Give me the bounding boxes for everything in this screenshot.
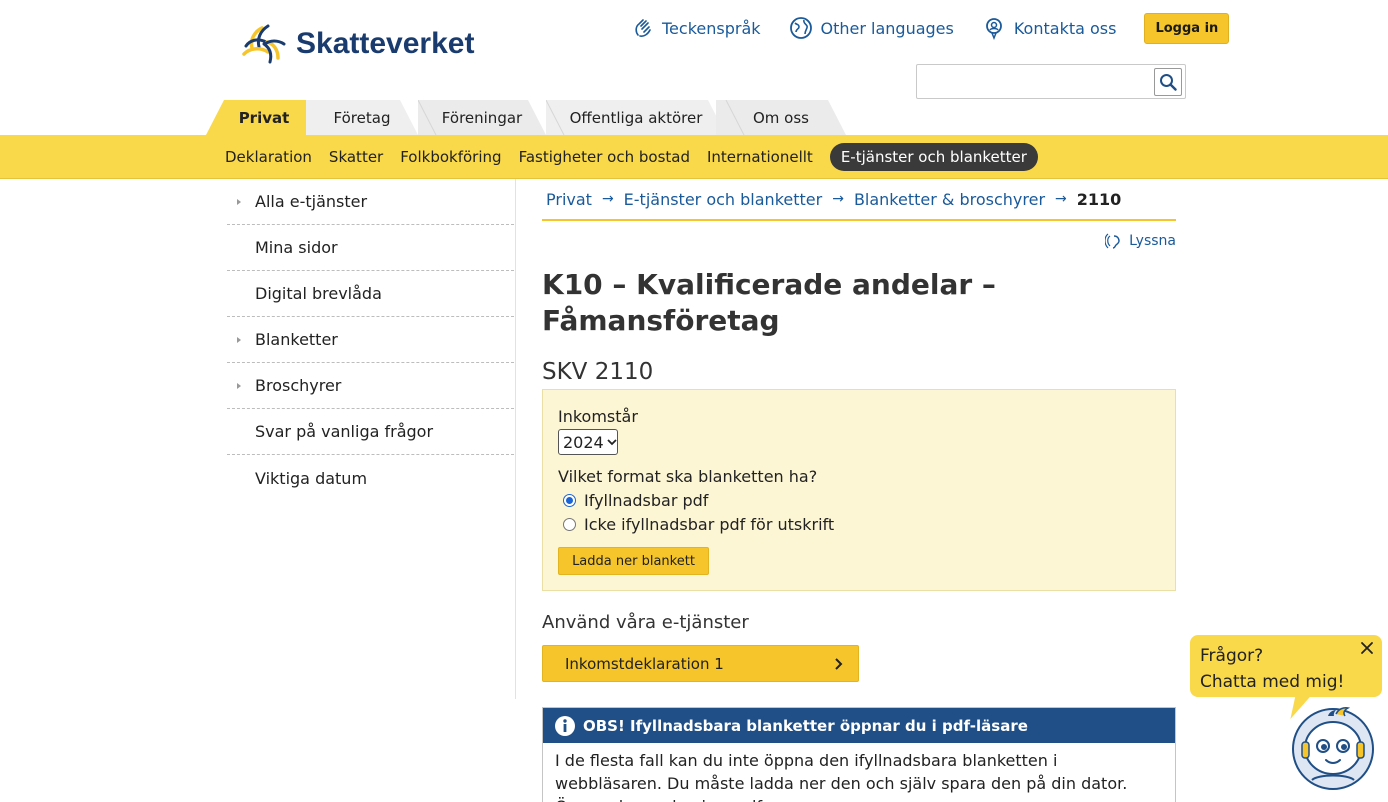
search-button[interactable] — [1154, 68, 1182, 96]
sidebar-item-label: Digital brevlåda — [255, 284, 382, 303]
listen-label: Lyssna — [1129, 233, 1176, 249]
tab-privat[interactable]: Privat — [206, 100, 322, 135]
eservice-label: Inkomstdeklaration 1 — [565, 654, 724, 673]
eservices-heading: Använd våra e-tjänster — [542, 612, 749, 633]
expand-arrow-icon — [237, 382, 241, 389]
tab-foretag[interactable]: Företag — [306, 100, 418, 135]
sidebar-item-label: Alla e-tjänster — [255, 192, 368, 211]
sidebar-item-label: Blanketter — [255, 330, 338, 349]
other-languages-label: Other languages — [820, 18, 954, 38]
search-input[interactable] — [918, 66, 1152, 97]
sidebar-item-svar-pa-fragor[interactable]: Svar på vanliga frågor — [227, 409, 514, 455]
subnav-folkbokforing[interactable]: Folkbokföring — [400, 148, 501, 166]
radio-button[interactable] — [563, 518, 576, 531]
expand-arrow-icon — [237, 336, 241, 343]
breadcrumb-e-tjanster[interactable]: E-tjänster och blanketter — [624, 190, 823, 209]
page-title-line2: Fåmansföretag — [542, 304, 780, 337]
sidebar-item-label: Svar på vanliga frågor — [255, 422, 434, 441]
listen-button[interactable]: Lyssna — [1105, 233, 1176, 249]
chat-line1: Frågor? — [1200, 646, 1264, 666]
sign-language-icon — [635, 19, 651, 37]
notice-body: I de flesta fall kan du inte öppna den i… — [555, 751, 1128, 802]
tab-offentliga-aktorer[interactable]: Offentliga aktörer — [546, 100, 726, 135]
main-content: Privat → E-tjänster och blanketter → Bla… — [542, 179, 1176, 802]
contact-label: Kontakta oss — [1013, 18, 1117, 38]
arrow-right-icon: → — [1055, 191, 1067, 207]
option-label: Icke ifyllnadsbar pdf för utskrift — [584, 515, 835, 534]
main-tabs: Privat Företag Föreningar Offentliga akt… — [206, 100, 846, 135]
globe-icon — [789, 17, 812, 39]
radio-button[interactable] — [563, 494, 576, 507]
login-button[interactable]: Logga in — [1144, 12, 1230, 44]
tab-foreningar-label: Föreningar — [441, 108, 523, 127]
top-utility-nav: Teckenspråk Other languages Kontakta oss… — [632, 12, 1230, 44]
sidebar-item-label: Broschyrer — [255, 376, 342, 395]
tab-offentliga-label: Offentliga aktörer — [569, 108, 703, 127]
page-title-line1: K10 – Kvalificerade andelar – — [542, 268, 996, 301]
sidebar-item-label: Mina sidor — [255, 238, 338, 257]
search-box — [916, 64, 1186, 99]
breadcrumb: Privat → E-tjänster och blanketter → Bla… — [542, 179, 1176, 221]
subnav-fastigheter[interactable]: Fastigheter och bostad — [519, 148, 690, 166]
sub-navigation: Deklaration Skatter Folkbokföring Fastig… — [0, 135, 1388, 179]
tab-om-oss[interactable]: Om oss — [716, 100, 846, 135]
notice-title: OBS! Ifyllnadsbara blanketter öppnar du … — [583, 716, 1028, 735]
chevron-down-icon — [607, 439, 617, 446]
income-year-select[interactable]: 2024 — [558, 429, 618, 455]
option-label: Ifyllnadsbar pdf — [584, 491, 709, 510]
notice-box: OBS! Ifyllnadsbara blanketter öppnar du … — [542, 707, 1176, 802]
expand-arrow-icon — [237, 198, 241, 205]
download-form-box: Inkomstår 2024 Vilket format ska blanket… — [542, 389, 1176, 591]
search-icon — [1160, 74, 1177, 91]
chat-line2: Chatta med mig! — [1200, 672, 1345, 692]
info-icon — [555, 715, 575, 736]
breadcrumb-privat[interactable]: Privat — [546, 190, 592, 209]
skatteverket-logo[interactable]: Skatteverket — [240, 22, 474, 66]
sidebar-item-blanketter[interactable]: Blanketter — [227, 317, 514, 363]
logo-swirl-icon — [242, 24, 286, 64]
sidebar-item-mina-sidor[interactable]: Mina sidor — [227, 225, 514, 271]
sign-language-link[interactable]: Teckenspråk — [632, 17, 761, 39]
contact-icon — [985, 18, 1002, 40]
breadcrumb-current: 2110 — [1076, 189, 1122, 209]
format-question: Vilket format ska blanketten ha? — [558, 467, 818, 486]
sidebar-item-viktiga-datum[interactable]: Viktiga datum — [227, 455, 514, 501]
option-print-pdf[interactable]: Icke ifyllnadsbar pdf för utskrift — [563, 515, 834, 534]
close-icon[interactable] — [1360, 641, 1374, 655]
breadcrumb-blanketter[interactable]: Blanketter & broschyrer — [854, 190, 1045, 209]
sidebar-item-digital-brevlada[interactable]: Digital brevlåda — [227, 271, 514, 317]
download-form-button[interactable]: Ladda ner blankett — [558, 547, 709, 575]
other-languages-link[interactable]: Other languages — [789, 16, 954, 40]
income-year-label: Inkomstår — [558, 407, 638, 426]
form-number: SKV 2110 — [542, 359, 654, 385]
chatbot-avatar-icon[interactable] — [1290, 704, 1376, 790]
sign-language-label: Teckenspråk — [662, 18, 761, 38]
subnav-skatter[interactable]: Skatter — [329, 148, 383, 166]
option-fillable-pdf[interactable]: Ifyllnadsbar pdf — [563, 491, 708, 510]
tab-om-oss-label: Om oss — [753, 108, 809, 127]
contact-link[interactable]: Kontakta oss — [982, 16, 1117, 40]
sidebar-item-alla-e-tjanster[interactable]: Alla e-tjänster — [227, 179, 514, 225]
sidebar-menu: Alla e-tjänster Mina sidor Digital brevl… — [227, 179, 514, 501]
page-title: K10 – Kvalificerade andelar – Fåmansföre… — [542, 267, 1062, 339]
eservice-button-inkomstdeklaration[interactable]: Inkomstdeklaration 1 — [542, 645, 859, 682]
tab-privat-label: Privat — [238, 108, 290, 127]
sidebar-divider — [515, 179, 516, 699]
sidebar-item-broschyrer[interactable]: Broschyrer — [227, 363, 514, 409]
subnav-e-tjanster[interactable]: E-tjänster och blanketter — [829, 143, 1038, 171]
tab-foreningar[interactable]: Föreningar — [418, 100, 546, 135]
sidebar-item-label: Viktiga datum — [255, 468, 368, 488]
listen-icon — [1105, 233, 1120, 249]
chat-bubble[interactable]: Frågor? Chatta med mig! — [1190, 635, 1382, 697]
chevron-right-icon — [835, 658, 843, 670]
income-year-value: 2024 — [563, 432, 604, 452]
subnav-internationellt[interactable]: Internationellt — [707, 148, 813, 166]
notice-header: OBS! Ifyllnadsbara blanketter öppnar du … — [543, 708, 1175, 743]
arrow-right-icon: → — [601, 191, 614, 207]
subnav-deklaration[interactable]: Deklaration — [225, 148, 312, 166]
tab-foretag-label: Företag — [333, 108, 391, 127]
logo-text: Skatteverket — [296, 27, 475, 60]
arrow-right-icon: → — [832, 191, 844, 207]
